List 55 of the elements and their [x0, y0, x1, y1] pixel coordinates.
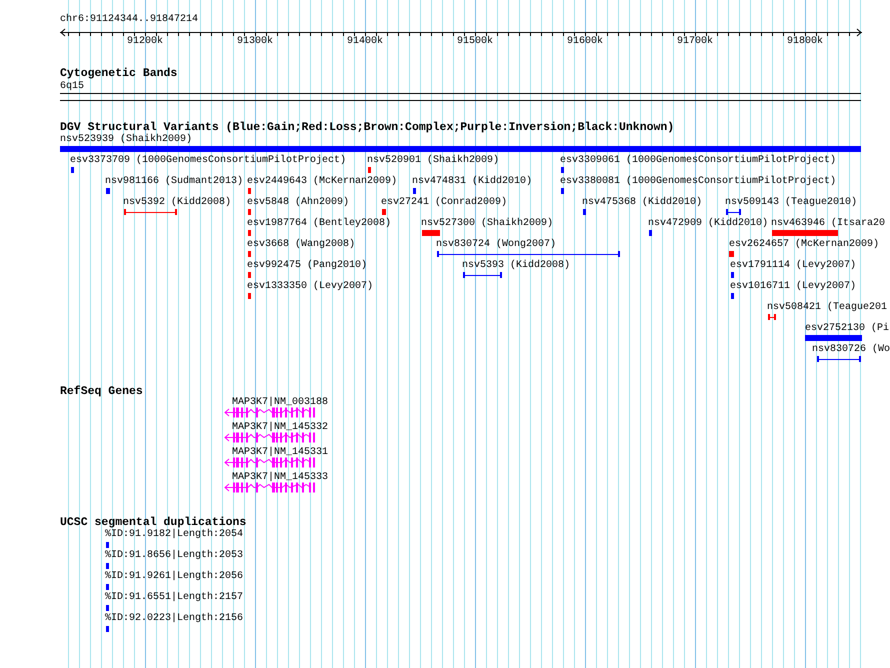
variant-label: nsv474831 (Kidd2010) [412, 176, 532, 188]
track-title: UCSC segmental duplications [60, 516, 246, 529]
ruler-tick-label: 91600k [567, 36, 604, 48]
duplication-bar [106, 605, 109, 611]
variant-label: nsv830726 (Wo [812, 344, 890, 356]
duplication-bar [106, 563, 109, 569]
variant-label: nsv508421 (Teague201 [767, 302, 888, 314]
gene-label: MAP3K7|NM_145333 [232, 472, 328, 484]
band-label: 6q15 [60, 81, 84, 93]
variant-label: esv1791114 (Levy2007) [730, 260, 856, 272]
range-label: chr6:91124344..91847214 [60, 14, 198, 26]
duplication-label: %ID:91.8656|Length:2053 [105, 550, 244, 562]
variant-label: nsv5393 (Kidd2008) [462, 260, 570, 272]
variant-label: nsv523939 (Shaikh2009) [60, 134, 192, 146]
variant-label: nsv520901 (Shaikh2009) [367, 155, 500, 167]
variant-label: nsv830724 (Wong2007) [436, 239, 556, 251]
variant-label: esv3380081 (1000GenomesConsortiumPilotProject) [560, 176, 836, 188]
variant-label: nsv509143 (Teague2010) [725, 197, 858, 209]
variant-label: esv5848 (Ahn2009) [247, 197, 350, 209]
duplication-label: %ID:91.9182|Length:2054 [105, 529, 244, 541]
variant-label: esv2449643 (McKernan2009) [247, 176, 398, 188]
gene-label: MAP3K7|NM_145331 [232, 447, 328, 459]
duplication-label: %ID:91.9261|Length:2056 [105, 571, 244, 583]
variant-label: esv992475 (Pang2010) [247, 260, 368, 272]
variant-label: nsv527300 (Shaikh2009) [421, 218, 554, 230]
duplication-bar [106, 584, 109, 590]
variant-label: nsv472909 (Kidd2010) [648, 218, 768, 230]
ruler-tick-label: 91200k [127, 36, 164, 48]
ruler-tick-label: 91300k [237, 36, 274, 48]
duplication-label: %ID:92.0223|Length:2156 [105, 613, 244, 625]
variant-label: esv3309061 (1000GenomesConsortiumPilotProject) [560, 155, 836, 167]
track-title: DGV Structural Variants (Blue:Gain;Red:Loss;Brown:Complex;Purple:Inversion;Black:Unknown) [60, 121, 674, 134]
ruler-tick-label: 91400k [347, 36, 384, 48]
track-title: Cytogenetic Bands [60, 67, 178, 80]
variant-label: esv3668 (Wang2008) [247, 239, 356, 251]
variant-label: esv1016711 (Levy2007) [730, 281, 856, 293]
variant-label: nsv463946 (Itsara20 [771, 218, 886, 230]
ruler-tick-label: 91500k [457, 36, 494, 48]
variant-label: esv27241 (Conrad2009) [381, 197, 508, 209]
ruler-tick-label: 91700k [677, 36, 714, 48]
variant-label: esv2752130 (Pi [805, 323, 890, 335]
duplication-bar [106, 626, 109, 632]
variant-label: esv1333350 (Levy2007) [247, 281, 374, 293]
variant-label: nsv5392 (Kidd2008) [123, 197, 232, 209]
gene-label: MAP3K7|NM_003188 [232, 397, 328, 409]
variant-label: nsv475368 (Kidd2010) [582, 197, 702, 209]
variant-label: esv2624657 (McKernan2009) [729, 239, 880, 251]
ruler-tick-label: 91800k [787, 36, 824, 48]
duplication-label: %ID:91.6551|Length:2157 [105, 592, 244, 604]
variant-label: esv3373709 (1000GenomesConsortiumPilotProject) [70, 155, 346, 167]
variant-label: nsv981166 (Sudmant2013) [105, 176, 244, 188]
duplication-bar [106, 542, 109, 548]
track-title: RefSeq Genes [60, 385, 143, 398]
gene-label: MAP3K7|NM_145332 [232, 422, 328, 434]
variant-label: esv1987764 (Bentley2008) [247, 218, 392, 230]
